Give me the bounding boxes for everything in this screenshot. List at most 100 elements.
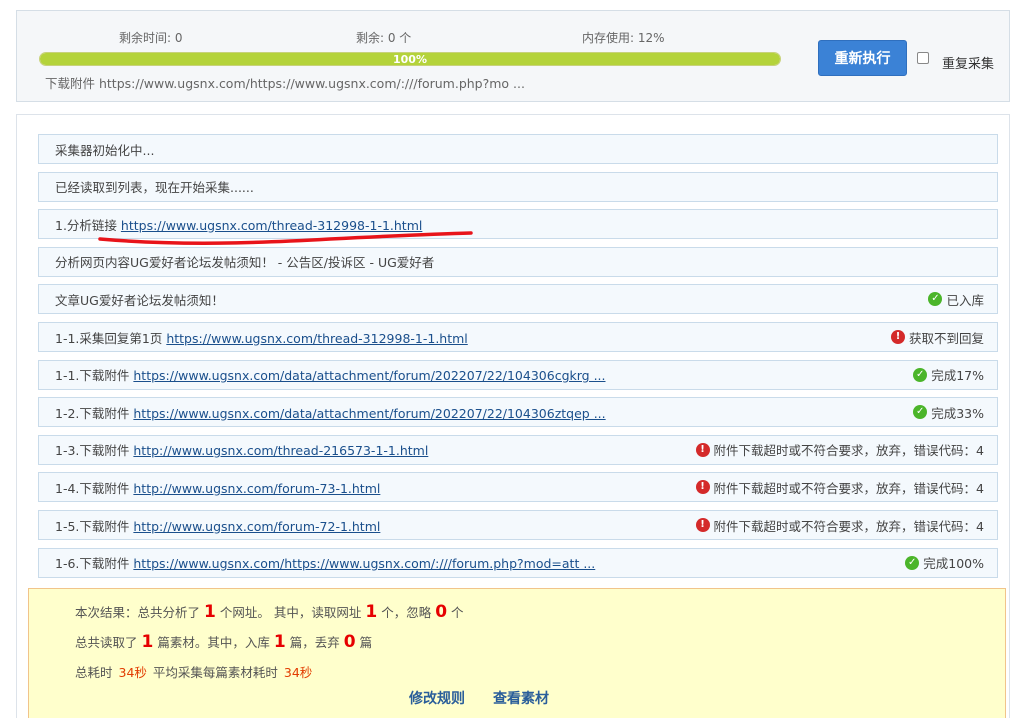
summary-text: 个网址。 其中，读取网址 [219, 605, 362, 620]
log-text: 1-5.下载附件 [55, 518, 134, 534]
log-link[interactable]: http://www.ugsnx.com/forum-72-1.html [133, 519, 380, 534]
log-link[interactable]: http://www.ugsnx.com/thread-216573-1-1.h… [133, 443, 428, 458]
log-message: 1-5.下载附件 http://www.ugsnx.com/forum-72-1… [55, 516, 686, 535]
log-status-text: 获取不到回复 [908, 330, 984, 346]
log-text: 1-3.下载附件 [55, 443, 134, 459]
summary-text: 总耗时 [75, 665, 113, 680]
log-entry: 1-1.下载附件 https://www.ugsnx.com/data/atta… [38, 359, 998, 390]
log-entry: 1-3.下载附件 http://www.ugsnx.com/thread-216… [38, 434, 998, 465]
check-circle-icon: ✓ [913, 405, 928, 420]
summary-text: 个，忽略 [381, 605, 432, 620]
log-status: ! 附件下载超时或不符合要求，放弃，错误代码：4 [695, 516, 984, 535]
log-text: 1.分析链接 [55, 217, 121, 233]
remaining-time: 剩余时间: 0 [119, 31, 183, 45]
check-circle-icon: ✓ [928, 292, 943, 307]
log-entry: 分析网页内容UG爱好者论坛发帖须知！ - 公告区/投诉区 - UG爱好者 [38, 246, 998, 277]
summary-number: 1 [141, 632, 154, 652]
log-link[interactable]: https://www.ugsnx.com/data/attachment/fo… [133, 406, 605, 421]
error-circle-icon: ! [695, 518, 710, 532]
log-message: 采集器初始化中... [55, 140, 984, 159]
log-text: 文章UG爱好者论坛发帖须知！ [55, 292, 224, 308]
log-text: 1-4.下载附件 [55, 480, 134, 496]
log-status: ! 获取不到回复 [890, 328, 984, 347]
summary-text: 篇，丢弃 [289, 635, 340, 650]
log-status: ✓ 已入库 [928, 290, 984, 309]
repeat-collect-checkbox[interactable] [917, 51, 929, 64]
current-download-text: 下载附件 https://www.ugsnx.com/https://www.u… [45, 76, 525, 91]
repeat-collect-option[interactable]: 重复采集 [917, 49, 994, 72]
remaining-count: 剩余: 0 个 [356, 31, 412, 45]
check-circle-icon: ✓ [913, 367, 928, 382]
status-panel: 剩余时间: 0 剩余: 0 个 内存使用: 12% 100% 下载附件 http… [16, 10, 1010, 102]
summary-number: 1 [365, 602, 378, 622]
log-message: 1-6.下载附件 https://www.ugsnx.com/https://w… [55, 553, 895, 572]
summary-line-time: 总耗时 34秒 平均采集每篇素材耗时 34秒 [75, 662, 314, 681]
log-status: ! 附件下载超时或不符合要求，放弃，错误代码：4 [695, 440, 984, 459]
log-entry: 1-1.采集回复第1页 https://www.ugsnx.com/thread… [38, 322, 998, 352]
log-text: 1-6.下载附件 [55, 556, 134, 572]
error-circle-icon: ! [695, 480, 710, 495]
log-entry: 1-5.下载附件 http://www.ugsnx.com/forum-72-1… [38, 510, 998, 540]
average-time: 34秒 [283, 665, 313, 680]
log-link[interactable]: https://www.ugsnx.com/thread-312998-1-1.… [121, 218, 422, 233]
progress-fill: 100% [40, 53, 780, 65]
summary-text: 总共读取了 [75, 635, 138, 650]
log-status-text: 附件下载超时或不符合要求，放弃，错误代码：4 [713, 480, 984, 496]
log-entry: 文章UG爱好者论坛发帖须知！ ✓ 已入库 [38, 284, 998, 315]
log-status-text: 完成17% [931, 368, 984, 384]
log-status-text: 附件下载超时或不符合要求，放弃，错误代码：4 [713, 518, 984, 534]
log-status-text: 已入库 [946, 292, 984, 308]
log-message: 分析网页内容UG爱好者论坛发帖须知！ - 公告区/投诉区 - UG爱好者 [55, 252, 984, 271]
log-entry: 1-2.下载附件 https://www.ugsnx.com/data/atta… [38, 397, 998, 428]
summary-line-materials: 总共读取了 1 篇素材。其中，入库 1 篇，丢弃 0 篇 [75, 632, 372, 652]
log-entry: 1.分析链接 https://www.ugsnx.com/thread-3129… [38, 209, 998, 240]
total-time: 34秒 [118, 665, 147, 680]
log-message: 1-1.下载附件 https://www.ugsnx.com/data/atta… [55, 365, 903, 384]
progress-bar: 100% [39, 52, 781, 66]
edit-rules-link[interactable]: 修改规则 [409, 688, 465, 708]
log-message: 1-1.采集回复第1页 https://www.ugsnx.com/thread… [55, 328, 881, 347]
log-status-text: 完成33% [931, 405, 984, 421]
log-status: ✓ 完成17% [913, 365, 984, 384]
log-message: 已经读取到列表，现在开始采集...... [55, 177, 984, 196]
log-text: 已经读取到列表，现在开始采集...... [55, 180, 254, 196]
check-circle-icon: ✓ [905, 555, 920, 570]
log-text: 1-1.采集回复第1页 [55, 330, 167, 346]
view-material-link[interactable]: 查看素材 [493, 688, 549, 708]
error-circle-icon: ! [890, 330, 905, 344]
summary-text: 个 [451, 605, 464, 620]
log-status: ✓ 完成100% [905, 553, 984, 572]
log-status-text: 完成100% [923, 556, 984, 572]
log-text: 采集器初始化中... [55, 142, 155, 158]
log-entry: 1-6.下载附件 https://www.ugsnx.com/https://w… [38, 547, 998, 578]
log-text: 分析网页内容UG爱好者论坛发帖须知！ - 公告区/投诉区 - UG爱好者 [55, 255, 435, 271]
log-link[interactable]: https://www.ugsnx.com/thread-312998-1-1.… [166, 331, 467, 346]
log-status: ! 附件下载超时或不符合要求，放弃，错误代码：4 [695, 478, 984, 497]
summary-number: 1 [204, 602, 216, 622]
result-summary: 本次结果：总共分析了 1 个网址。 其中，读取网址 1 个，忽略 0 个 总共读取了 1 篇素材… [28, 588, 1006, 718]
summary-number: 0 [435, 602, 448, 622]
log-link[interactable]: https://www.ugsnx.com/https://www.ugsnx.… [133, 556, 595, 571]
summary-text: 篇 [359, 635, 373, 650]
log-status-text: 附件下载超时或不符合要求，放弃，错误代码：4 [713, 443, 984, 459]
log-message: 1-3.下载附件 http://www.ugsnx.com/thread-216… [55, 440, 686, 459]
log-status: ✓ 完成33% [913, 403, 984, 422]
log-message: 1-2.下载附件 https://www.ugsnx.com/data/atta… [55, 403, 903, 422]
log-link[interactable]: http://www.ugsnx.com/forum-73-1.html [133, 481, 380, 496]
error-circle-icon: ! [695, 442, 710, 457]
summary-text: 平均采集每篇素材耗时 [152, 665, 278, 680]
log-text: 1-1.下载附件 [55, 368, 134, 384]
log-entry: 采集器初始化中... [38, 134, 998, 164]
log-message: 1-4.下载附件 http://www.ugsnx.com/forum-73-1… [55, 478, 686, 497]
summary-number: 1 [273, 632, 286, 652]
memory-usage: 内存使用: 12% [582, 31, 665, 45]
summary-text: 本次结果：总共分析了 [75, 605, 201, 620]
log-entry: 已经读取到列表，现在开始采集...... [38, 171, 998, 202]
log-entry: 1-4.下载附件 http://www.ugsnx.com/forum-73-1… [38, 472, 998, 503]
rerun-button[interactable]: 重新执行 [818, 40, 907, 76]
log-message: 文章UG爱好者论坛发帖须知！ [55, 290, 918, 309]
summary-text: 篇素材。其中，入库 [157, 635, 270, 650]
log-link[interactable]: https://www.ugsnx.com/data/attachment/fo… [133, 368, 605, 383]
log-text: 1-2.下载附件 [55, 405, 134, 421]
log-message: 1.分析链接 https://www.ugsnx.com/thread-3129… [55, 215, 984, 234]
